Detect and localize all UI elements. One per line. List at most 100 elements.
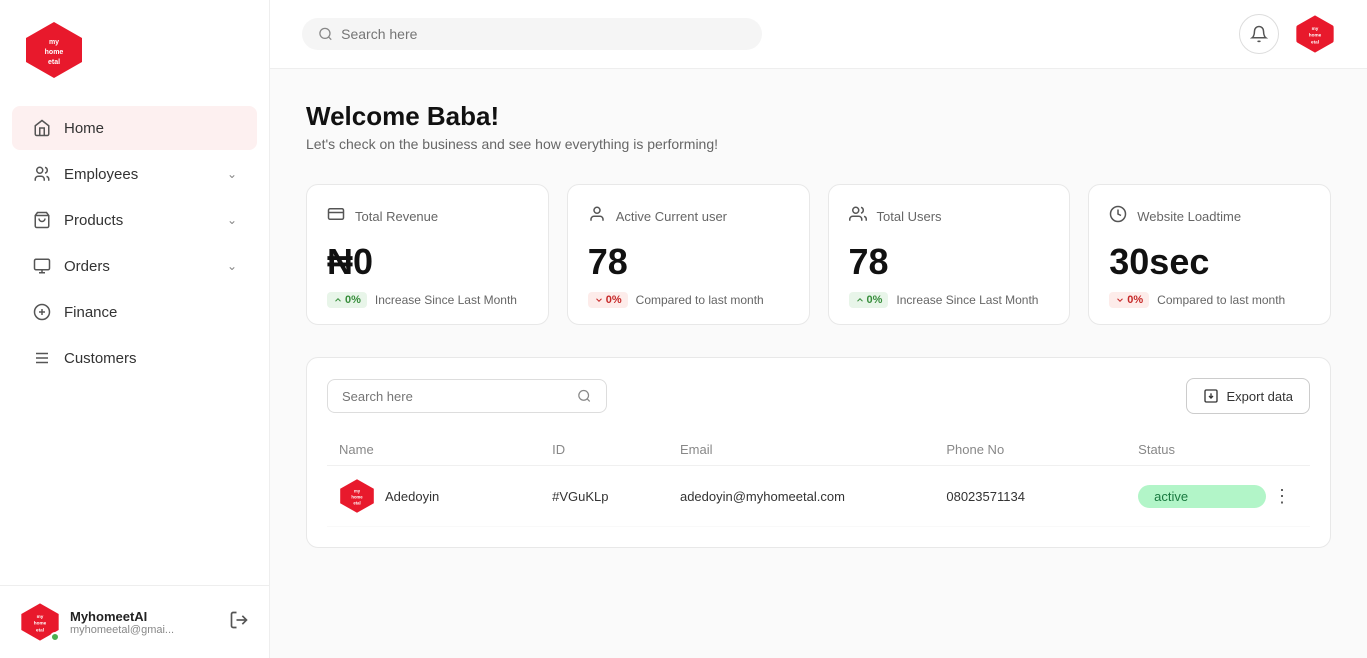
- logout-button[interactable]: [229, 610, 249, 635]
- svg-text:home: home: [34, 621, 47, 626]
- stat-cards: Total Revenue ₦0 0% Increase Since Last …: [306, 184, 1331, 325]
- clock-icon: [1109, 205, 1127, 228]
- svg-text:etal: etal: [36, 627, 44, 632]
- table-header: Name ID Email Phone No Status: [327, 434, 1310, 466]
- total-users-label: Total Users: [877, 209, 942, 224]
- sidebar-item-products[interactable]: Products ⌄: [12, 198, 257, 242]
- brand-logo: my home etal: [24, 20, 84, 80]
- users-table-section: Export data Name ID Email Phone No Statu…: [306, 357, 1331, 548]
- active-users-badge-text: Compared to last month: [636, 293, 764, 307]
- svg-text:home: home: [1309, 33, 1322, 38]
- users-icon: [849, 205, 867, 228]
- user-name-cell: Adedoyin: [385, 489, 439, 504]
- revenue-value: ₦0: [327, 244, 528, 280]
- svg-text:my: my: [37, 614, 44, 619]
- loadtime-label: Website Loadtime: [1137, 209, 1241, 224]
- table-row: my home etal Adedoyin #VGuKLp adedoyin@m…: [327, 466, 1310, 527]
- sidebar-logo: my home etal: [0, 0, 269, 96]
- sidebar-item-finance-label: Finance: [64, 304, 237, 321]
- export-icon: [1203, 388, 1219, 404]
- loadtime-badge: 0%: [1109, 292, 1149, 308]
- svg-text:etal: etal: [48, 59, 60, 66]
- search-input[interactable]: [341, 26, 746, 42]
- user-name: MyhomeetAI: [70, 609, 219, 624]
- employees-icon: [32, 164, 52, 184]
- sidebar-item-employees-label: Employees: [64, 166, 227, 183]
- chevron-down-icon: ⌄: [227, 213, 237, 227]
- sidebar-nav: Home Employees ⌄ Products ⌄ Orders ⌄: [0, 96, 269, 585]
- svg-text:home: home: [351, 494, 363, 499]
- notification-button[interactable]: [1239, 14, 1279, 54]
- col-email: Email: [680, 442, 946, 457]
- svg-text:etal: etal: [1311, 39, 1319, 44]
- total-users-badge-text: Increase Since Last Month: [896, 293, 1038, 307]
- active-users-value: 78: [588, 244, 789, 280]
- sidebar-item-customers-label: Customers: [64, 350, 237, 367]
- col-status: Status: [1138, 442, 1266, 457]
- orders-icon: [32, 256, 52, 276]
- stat-card-revenue: Total Revenue ₦0 0% Increase Since Last …: [306, 184, 549, 325]
- main-content: my home etal Welcome Baba! Let's check o…: [270, 0, 1367, 658]
- footer-logo: my home etal: [20, 602, 60, 642]
- user-icon: [588, 205, 606, 228]
- sidebar-item-products-label: Products: [64, 212, 227, 229]
- revenue-badge: 0%: [327, 292, 367, 308]
- topbar-search[interactable]: [302, 18, 762, 50]
- export-button[interactable]: Export data: [1186, 378, 1311, 414]
- total-users-value: 78: [849, 244, 1050, 280]
- sidebar-footer: my home etal MyhomeetAI myhomeetal@gmai.…: [0, 585, 269, 658]
- finance-icon: [32, 302, 52, 322]
- col-id: ID: [552, 442, 680, 457]
- chevron-down-icon: ⌄: [227, 167, 237, 181]
- stat-card-total-users: Total Users 78 0% Increase Since Last Mo…: [828, 184, 1071, 325]
- home-icon: [32, 118, 52, 138]
- sidebar-item-customers[interactable]: Customers: [12, 336, 257, 380]
- welcome-subtitle: Let's check on the business and see how …: [306, 136, 1331, 152]
- user-id-cell: #VGuKLp: [552, 489, 680, 504]
- active-users-badge: 0%: [588, 292, 628, 308]
- sidebar-item-orders[interactable]: Orders ⌄: [12, 244, 257, 288]
- stat-card-loadtime: Website Loadtime 30sec 0% Compared to la…: [1088, 184, 1331, 325]
- bell-icon: [1250, 25, 1268, 43]
- user-cell: my home etal Adedoyin: [339, 478, 552, 514]
- chevron-down-icon: ⌄: [227, 259, 237, 273]
- table-search-icon: [577, 388, 592, 404]
- status-badge: active: [1138, 485, 1266, 508]
- user-email-cell: adedoyin@myhomeetal.com: [680, 489, 946, 504]
- table-search-bar[interactable]: [327, 379, 607, 413]
- svg-text:my: my: [354, 488, 361, 493]
- customers-icon: [32, 348, 52, 368]
- svg-text:etal: etal: [353, 500, 360, 505]
- user-info: MyhomeetAI myhomeetal@gmai...: [70, 609, 219, 636]
- col-phone: Phone No: [946, 442, 1138, 457]
- user-email: myhomeetal@gmai...: [70, 624, 219, 636]
- svg-text:home: home: [45, 49, 64, 56]
- total-users-badge: 0%: [849, 292, 889, 308]
- topbar-right: my home etal: [1239, 14, 1335, 54]
- active-users-label: Active Current user: [616, 209, 727, 224]
- search-icon: [318, 26, 333, 42]
- revenue-label: Total Revenue: [355, 209, 438, 224]
- welcome-title: Welcome Baba!: [306, 101, 1331, 132]
- sidebar-item-home-label: Home: [64, 120, 237, 137]
- online-indicator: [50, 632, 60, 642]
- stat-card-active-users: Active Current user 78 0% Compared to la…: [567, 184, 810, 325]
- row-more-button[interactable]: ⋮: [1266, 486, 1298, 507]
- svg-text:my: my: [49, 39, 59, 46]
- sidebar-item-finance[interactable]: Finance: [12, 290, 257, 334]
- col-name: Name: [339, 442, 552, 457]
- user-avatar-button[interactable]: my home etal: [1295, 14, 1335, 54]
- sidebar: my home etal Home Employees ⌄ Products: [0, 0, 270, 658]
- sidebar-item-employees[interactable]: Employees ⌄: [12, 152, 257, 196]
- products-icon: [32, 210, 52, 230]
- table-search-input[interactable]: [342, 389, 569, 404]
- sidebar-item-orders-label: Orders: [64, 258, 227, 275]
- col-actions: [1266, 442, 1298, 457]
- loadtime-value: 30sec: [1109, 244, 1310, 280]
- export-label: Export data: [1227, 389, 1294, 404]
- loadtime-badge-text: Compared to last month: [1157, 293, 1285, 307]
- user-phone-cell: 08023571134: [946, 489, 1138, 504]
- sidebar-item-home[interactable]: Home: [12, 106, 257, 150]
- topbar: my home etal: [270, 0, 1367, 69]
- svg-text:my: my: [1312, 26, 1319, 31]
